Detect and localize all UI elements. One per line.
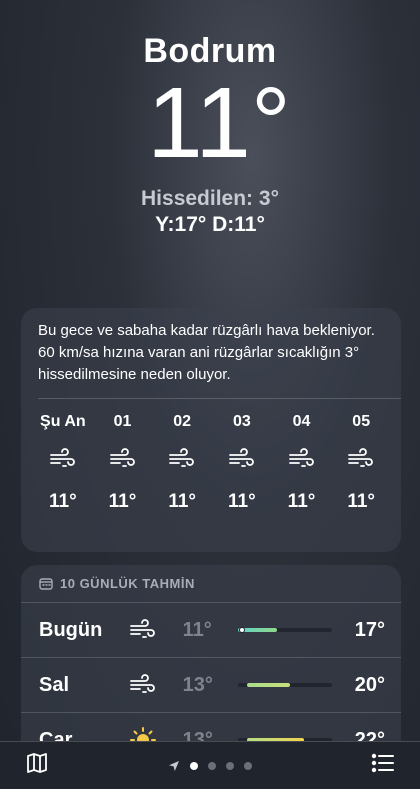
hourly-forecast-card[interactable]: Bu gece ve sabaha kadar rüzgârlı hava be… — [21, 308, 401, 552]
wind-icon — [129, 674, 168, 696]
ten-day-forecast-header: 10 GÜNLÜK TAHMİN — [21, 565, 401, 602]
bottom-toolbar — [0, 741, 420, 789]
page-dot[interactable] — [208, 761, 216, 770]
daily-row[interactable]: Sal 13° 20° — [21, 657, 401, 712]
page-dot[interactable] — [190, 761, 198, 770]
location-arrow-icon — [168, 760, 180, 772]
hour-label: 01 — [113, 413, 132, 430]
hourly-item: 05 11° — [331, 411, 391, 513]
wind-icon — [228, 447, 256, 471]
city-list-button[interactable] — [361, 744, 405, 788]
hour-temperature: 11° — [347, 491, 376, 512]
hourly-forecast-list[interactable]: Şu An 11° 01 11° 02 11° 03 11° 04 11° 05… — [21, 411, 401, 513]
day-low-temperature: 13° — [182, 673, 213, 696]
map-icon — [25, 751, 49, 780]
list-icon — [371, 752, 395, 779]
temperature-range-bar — [237, 683, 332, 687]
hour-temperature: 11° — [48, 491, 77, 512]
wind-icon — [129, 619, 168, 641]
current-temperature-marker — [238, 627, 245, 633]
day-high-temperature: 20° — [354, 673, 386, 696]
hour-temperature: 11° — [168, 491, 197, 512]
wind-icon — [109, 447, 137, 471]
day-low-temperature: 11° — [182, 618, 212, 641]
high-low-temperature: Y:17° D:11° — [155, 213, 265, 236]
map-button[interactable] — [15, 744, 59, 788]
hour-label: 03 — [232, 413, 251, 430]
hour-label: 05 — [352, 413, 371, 430]
hourly-item: 04 11° — [272, 411, 332, 513]
weather-summary-text: Bu gece ve sabaha kadar rüzgârlı hava be… — [38, 322, 375, 383]
day-high-temperature: 17° — [354, 618, 386, 641]
hour-label: 04 — [292, 413, 311, 430]
hour-temperature: 11° — [108, 491, 137, 512]
hourly-item: 02 11° — [152, 411, 212, 513]
wind-icon — [49, 447, 77, 471]
ten-day-forecast-title: 10 GÜNLÜK TAHMİN — [60, 576, 195, 591]
day-name: Sal — [39, 673, 70, 696]
wind-icon — [288, 447, 316, 471]
current-temperature: 11° — [147, 67, 291, 179]
page-dot[interactable] — [226, 761, 234, 770]
hourly-item: 03 11° — [212, 411, 272, 513]
hour-temperature: 11° — [228, 491, 256, 512]
current-weather-header: Bodrum 11° Hissedilen: 3° Y:17° D:11° — [0, 30, 420, 237]
temperature-range-bar — [237, 627, 332, 633]
city-name: Bodrum — [143, 32, 277, 70]
temperature-range-fill — [247, 683, 290, 687]
feels-like-temperature: Hissedilen: 3° — [141, 187, 279, 210]
wind-icon — [168, 447, 196, 471]
calendar-icon — [39, 577, 53, 590]
wind-icon — [347, 447, 375, 471]
page-indicator[interactable] — [168, 760, 252, 772]
daily-row[interactable]: Bugün 11° 17° — [21, 602, 401, 657]
hour-label: Şu An — [40, 413, 86, 430]
divider — [38, 398, 401, 399]
hourly-item: 01 11° — [93, 411, 153, 513]
day-name: Bugün — [39, 618, 103, 641]
hourly-item: Şu An 11° — [33, 411, 93, 513]
page-dot[interactable] — [244, 761, 252, 770]
hour-temperature: 11° — [287, 491, 316, 512]
hour-label: 02 — [173, 413, 192, 430]
